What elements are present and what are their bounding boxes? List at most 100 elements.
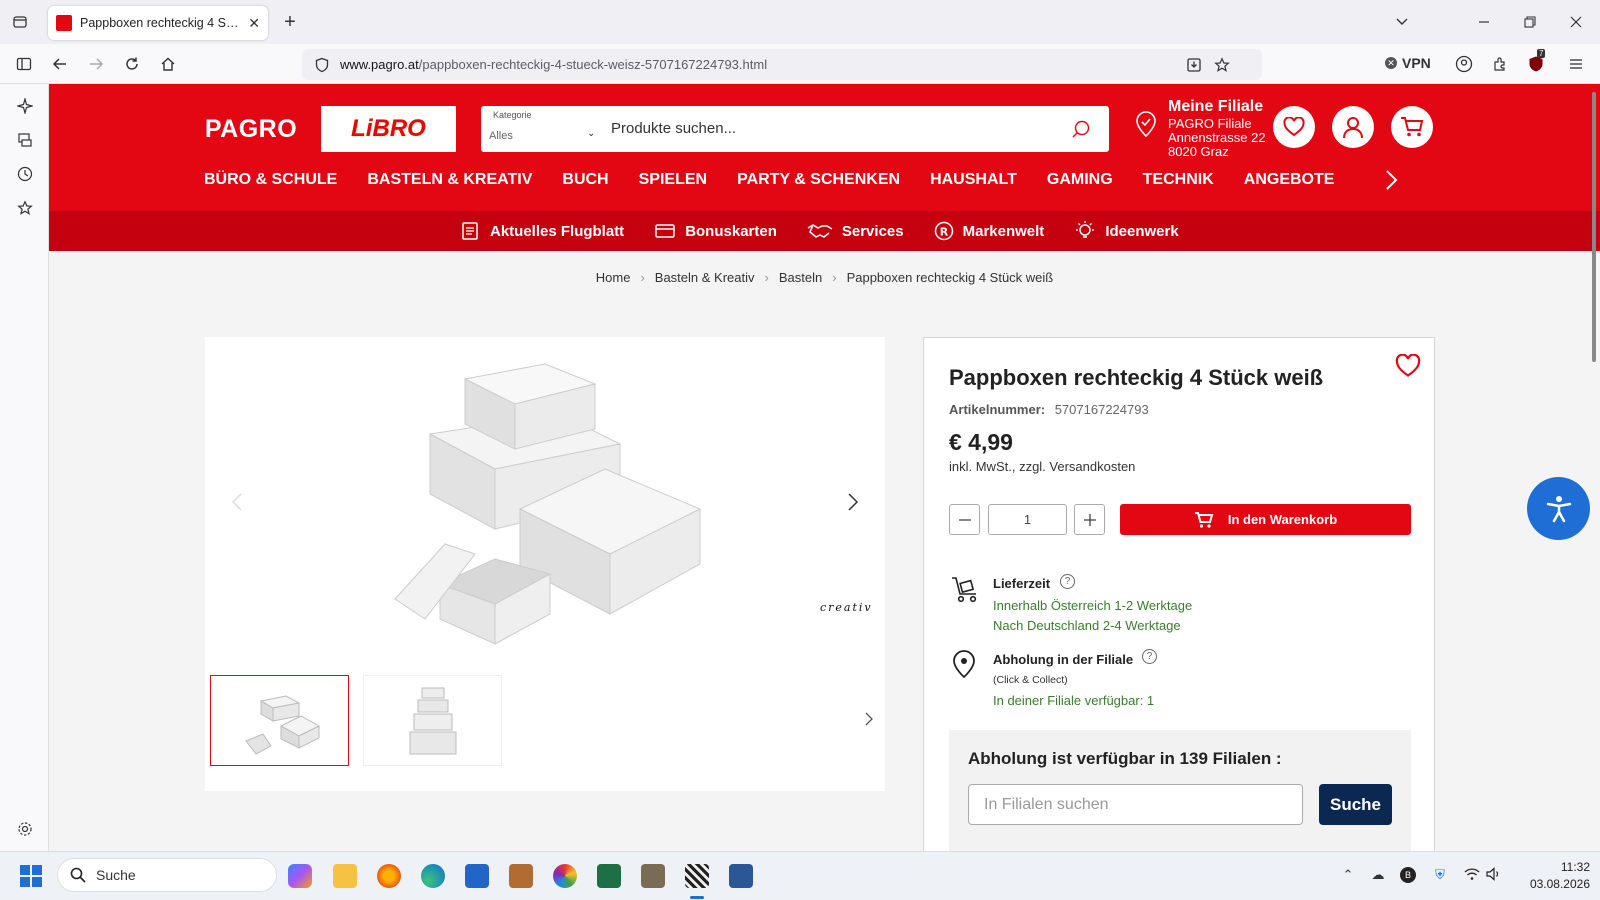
nav-item-buch[interactable]: BUCH xyxy=(562,171,608,189)
bookmarks-icon[interactable] xyxy=(15,198,35,218)
quantity-decrease-button[interactable] xyxy=(949,504,980,535)
gimp-app-icon[interactable] xyxy=(641,864,665,888)
home-icon[interactable] xyxy=(158,54,178,74)
thumbnail-1[interactable] xyxy=(210,675,349,766)
subnav-bonuskarten[interactable]: Bonuskarten xyxy=(654,216,777,246)
edge-app-icon[interactable] xyxy=(421,864,445,888)
site-shield-icon[interactable] xyxy=(312,55,332,75)
vpn-button[interactable]: ✕ VPN xyxy=(1385,55,1431,71)
cloud-offline-icon[interactable]: ☁ xyxy=(1370,867,1386,883)
nav-item-buero-schule[interactable]: BÜRO & SCHULE xyxy=(204,171,337,189)
wishlist-heart-icon[interactable] xyxy=(1395,354,1421,378)
address-bar[interactable]: www.pagro.at/pappboxen-rechteckig-4-stue… xyxy=(302,49,1262,80)
nav-item-spielen[interactable]: SPIELEN xyxy=(639,171,707,189)
quantity-input[interactable]: 1 xyxy=(988,504,1067,535)
search-input[interactable]: Produkte suchen... xyxy=(611,120,736,137)
excel-app-icon[interactable] xyxy=(597,864,621,888)
forward-icon[interactable] xyxy=(86,54,106,74)
category-select[interactable]: Kategorie Alles ⌄ xyxy=(481,106,603,152)
product-gallery: creativ xyxy=(205,337,885,791)
nav-item-party-schenken[interactable]: PARTY & SCHENKEN xyxy=(737,171,900,189)
menu-icon[interactable] xyxy=(1566,54,1586,74)
tab-list-icon[interactable] xyxy=(10,12,30,32)
nav-item-technik[interactable]: TECHNIK xyxy=(1143,171,1214,189)
nav-item-basteln-kreativ[interactable]: BASTELN & KREATIV xyxy=(367,171,532,189)
minimize-icon[interactable] xyxy=(1474,12,1494,32)
ublock-extension-icon[interactable]: 7 xyxy=(1526,49,1546,74)
back-icon[interactable] xyxy=(50,54,70,74)
store-app-icon[interactable] xyxy=(465,864,489,888)
history-icon[interactable] xyxy=(15,164,35,184)
store-city: 8020 Graz xyxy=(1168,144,1229,159)
cart-button[interactable] xyxy=(1391,106,1433,148)
copilot-app-icon[interactable] xyxy=(288,864,312,888)
browser-tab-active[interactable]: Pappboxen rechteckig 4 Stück w ✕ xyxy=(48,6,268,40)
delivery-help-icon[interactable]: ? xyxy=(1060,574,1075,589)
nav-item-angebote[interactable]: ANGEBOTE xyxy=(1244,171,1335,189)
add-to-cart-button[interactable]: In den Warenkorb xyxy=(1120,504,1411,535)
settings-gear-icon[interactable] xyxy=(15,819,35,839)
store-search-input[interactable]: In Filialen suchen xyxy=(968,784,1303,825)
wishlist-button[interactable] xyxy=(1273,106,1315,148)
taskbar-search[interactable]: Suche xyxy=(57,858,277,892)
subnav-flugblatt[interactable]: Aktuelles Flugblatt xyxy=(459,216,624,246)
app-icon[interactable] xyxy=(509,864,533,888)
card-icon xyxy=(654,222,676,240)
quantity-increase-button[interactable] xyxy=(1074,504,1105,535)
breadcrumb-basteln[interactable]: Basteln xyxy=(779,270,822,285)
subnav-services[interactable]: Services xyxy=(807,216,904,246)
synced-tabs-icon[interactable] xyxy=(15,130,35,150)
breadcrumb-basteln-kreativ[interactable]: Basteln & Kreativ xyxy=(655,270,755,285)
restore-icon[interactable] xyxy=(1520,12,1540,32)
product-main-image[interactable] xyxy=(385,349,715,651)
account-button[interactable] xyxy=(1332,106,1374,148)
account-icon[interactable] xyxy=(1454,54,1474,74)
heart-icon xyxy=(1283,117,1305,137)
thumbnail-2[interactable] xyxy=(363,675,502,766)
system-clock[interactable]: 11:32 03.08.2026 xyxy=(1500,859,1590,893)
breadcrumb-home[interactable]: Home xyxy=(596,270,631,285)
tray-chevron-up-icon[interactable]: ⌃ xyxy=(1340,867,1356,883)
subnav-ideenwerk[interactable]: Ideenwerk xyxy=(1074,216,1179,246)
close-tab-icon[interactable]: ✕ xyxy=(248,15,260,32)
sidebar-toggle-icon[interactable] xyxy=(14,54,34,74)
nav-next-arrow-icon[interactable] xyxy=(1383,168,1399,192)
windows-taskbar: Suche ⌃ ☁ B ⛨ 11:32 03.08.2026 xyxy=(0,851,1600,900)
gallery-next-arrow-icon[interactable] xyxy=(847,492,859,512)
libro-logo[interactable]: LiBRO xyxy=(321,106,456,152)
vpn-label: VPN xyxy=(1402,55,1431,71)
subnav-markenwelt[interactable]: R Markenwelt xyxy=(934,216,1044,246)
nav-item-haushalt[interactable]: HAUSHALT xyxy=(930,171,1017,189)
store-title: Meine Filiale xyxy=(1168,98,1264,115)
user-icon xyxy=(1342,115,1364,139)
active-app-icon[interactable] xyxy=(685,864,709,888)
reload-icon[interactable] xyxy=(122,54,142,74)
gallery-prev-arrow-icon[interactable] xyxy=(231,492,243,512)
thumbnails-next-arrow-icon[interactable] xyxy=(865,712,873,726)
cart-icon xyxy=(1400,116,1424,138)
extensions-icon[interactable] xyxy=(1490,54,1510,74)
nav-item-gaming[interactable]: GAMING xyxy=(1047,171,1113,189)
chevron-down-icon[interactable] xyxy=(1392,12,1412,32)
page-scrollbar[interactable] xyxy=(1592,92,1596,362)
store-search-button[interactable]: Suche xyxy=(1319,784,1392,825)
accessibility-icon xyxy=(1544,494,1574,524)
word-app-icon[interactable] xyxy=(729,864,753,888)
wifi-icon[interactable] xyxy=(1464,867,1480,883)
search-icon[interactable] xyxy=(1071,119,1091,139)
pickup-help-icon[interactable]: ? xyxy=(1142,649,1157,664)
accessibility-button[interactable] xyxy=(1527,477,1590,540)
photos-app-icon[interactable] xyxy=(553,864,577,888)
windows-start-icon[interactable] xyxy=(20,865,42,887)
pagro-logo[interactable]: PAGRO xyxy=(186,106,316,152)
ai-chatbot-icon[interactable] xyxy=(15,96,35,116)
new-tab-icon[interactable]: + xyxy=(280,11,300,33)
close-window-icon[interactable] xyxy=(1566,12,1586,32)
file-explorer-icon[interactable] xyxy=(333,864,357,888)
firefox-app-icon[interactable] xyxy=(377,864,401,888)
bookmark-star-icon[interactable] xyxy=(1212,55,1232,75)
defender-shield-icon[interactable]: ⛨ xyxy=(1432,867,1448,883)
save-to-pocket-icon[interactable] xyxy=(1184,55,1204,75)
tray-app-icon[interactable]: B xyxy=(1400,867,1416,883)
product-search: Kategorie Alles ⌄ Produkte suchen... xyxy=(481,106,1109,152)
